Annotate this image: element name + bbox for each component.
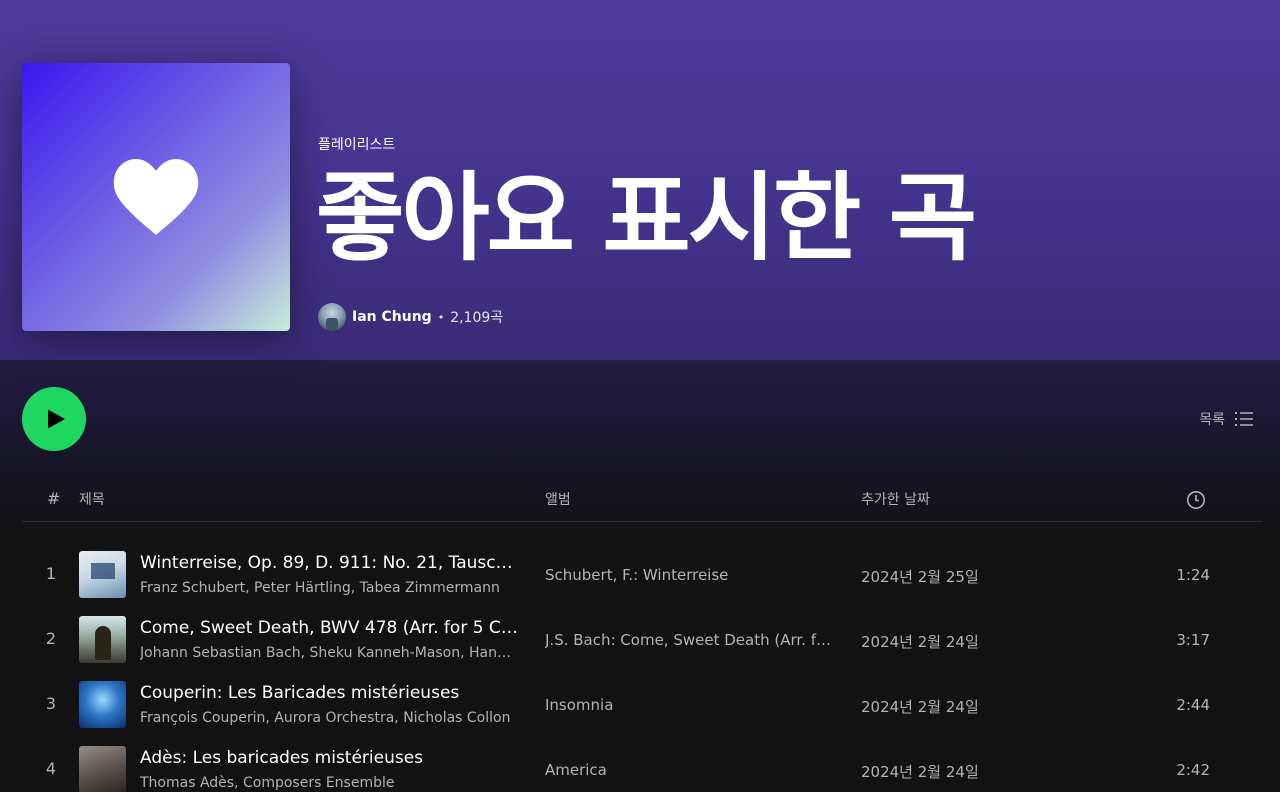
- column-header-date-added[interactable]: 추가한 날짜: [861, 489, 930, 511]
- track-duration: 2:42: [1176, 761, 1210, 779]
- track-row[interactable]: 1 Winterreise, Op. 89, D. 911: No. 21, T…: [22, 546, 1262, 602]
- list-icon: [1235, 412, 1253, 426]
- play-icon: [47, 409, 65, 429]
- header-divider: [22, 521, 1262, 522]
- track-row[interactable]: 4 Adès: Les baricades mistérieuses Thoma…: [22, 741, 1262, 792]
- playlist-type-label: 플레이리스트: [318, 137, 396, 153]
- track-index: 1: [45, 564, 57, 583]
- track-row[interactable]: 3 Couperin: Les Baricades mistérieuses F…: [22, 676, 1262, 732]
- track-album[interactable]: Insomnia: [545, 696, 837, 714]
- album-art: [79, 551, 126, 598]
- avatar[interactable]: [318, 303, 346, 331]
- track-artists[interactable]: François Couperin, Aurora Orchestra, Nic…: [140, 710, 518, 726]
- album-art: [79, 616, 126, 663]
- song-count: 2,109곡: [450, 310, 504, 326]
- track-artists[interactable]: Franz Schubert, Peter Härtling, Tabea Zi…: [140, 580, 518, 596]
- track-date-added: 2024년 2월 25일: [861, 568, 979, 586]
- track-title[interactable]: Adès: Les baricades mistérieuses: [140, 748, 518, 768]
- track-index: 2: [45, 629, 57, 648]
- track-index: 3: [45, 694, 57, 713]
- track-album[interactable]: America: [545, 761, 837, 779]
- play-button[interactable]: [22, 387, 86, 451]
- owner-link[interactable]: Ian Chung: [352, 309, 432, 325]
- track-album[interactable]: J.S. Bach: Come, Sweet Death (Arr. for 5…: [545, 631, 837, 649]
- view-toggle-button[interactable]: 목록: [1199, 407, 1253, 431]
- album-art: [79, 746, 126, 792]
- separator-dot: •: [437, 310, 445, 324]
- view-toggle-label: 목록: [1199, 412, 1225, 428]
- clock-icon: [1187, 491, 1205, 509]
- track-title[interactable]: Come, Sweet Death, BWV 478 (Arr. for 5 C…: [140, 618, 518, 638]
- track-artists[interactable]: Thomas Adès, Composers Ensemble: [140, 775, 518, 791]
- track-index: 4: [45, 759, 57, 778]
- playlist-meta: Ian Chung • 2,109곡: [318, 303, 503, 331]
- track-date-added: 2024년 2월 24일: [861, 633, 979, 651]
- track-date-added: 2024년 2월 24일: [861, 698, 979, 716]
- column-header-title[interactable]: 제목: [79, 489, 105, 511]
- column-header-index: #: [47, 489, 61, 508]
- track-title[interactable]: Couperin: Les Baricades mistérieuses: [140, 683, 518, 703]
- column-header-album[interactable]: 앨범: [545, 489, 571, 511]
- column-header-duration[interactable]: [1186, 490, 1206, 512]
- track-duration: 3:17: [1176, 631, 1210, 649]
- track-album[interactable]: Schubert, F.: Winterreise: [545, 566, 837, 584]
- track-artists[interactable]: Johann Sebastian Bach, Sheku Kanneh-Maso…: [140, 645, 518, 661]
- track-duration: 1:24: [1176, 566, 1210, 584]
- album-art: [79, 681, 126, 728]
- playlist-cover[interactable]: [22, 63, 290, 331]
- track-title[interactable]: Winterreise, Op. 89, D. 911: No. 21, Tau…: [140, 553, 518, 573]
- page-title: 좋아요 표시한 곡: [316, 162, 977, 274]
- track-row[interactable]: 2 Come, Sweet Death, BWV 478 (Arr. for 5…: [22, 611, 1262, 667]
- track-duration: 2:44: [1176, 696, 1210, 714]
- track-date-added: 2024년 2월 24일: [861, 763, 979, 781]
- heart-icon: [113, 159, 199, 235]
